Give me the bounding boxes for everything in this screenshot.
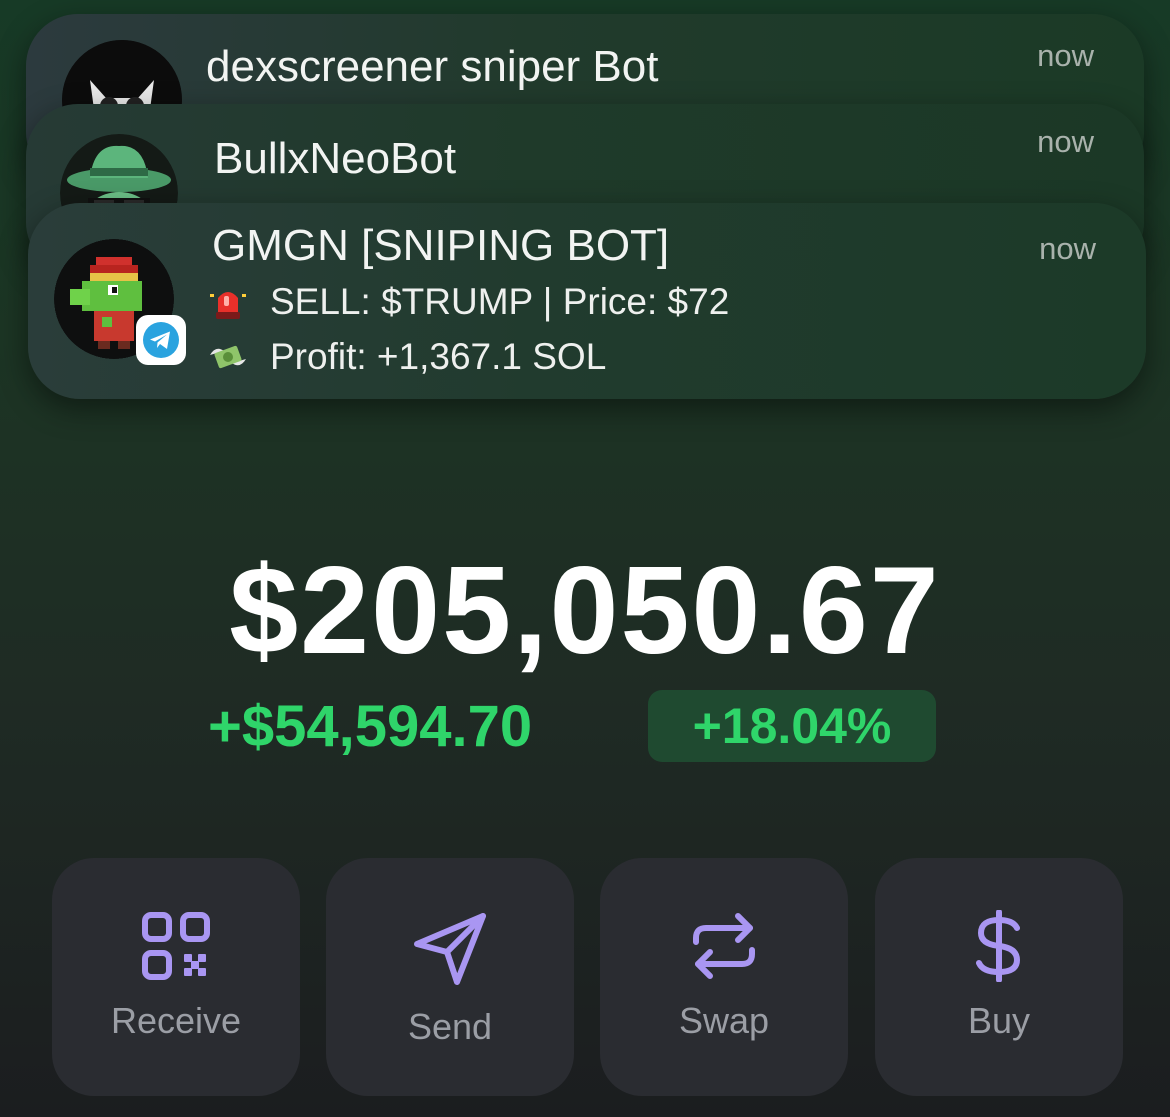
dollar-icon bbox=[976, 910, 1020, 982]
notification-time: now bbox=[1039, 231, 1096, 266]
notification-profit-text: Profit: +1,367.1 SOL bbox=[270, 336, 607, 377]
balance-change-percent: +18.04% bbox=[692, 698, 892, 754]
send-label: Send bbox=[407, 1006, 493, 1047]
receive-button[interactable]: Receive bbox=[52, 858, 300, 1096]
notification-title: BullxNeoBot bbox=[214, 134, 457, 183]
notification-time: now bbox=[1037, 124, 1094, 159]
notification-line-sell: SELL: $TRUMP | Price: $72 bbox=[208, 281, 729, 323]
send-icon bbox=[414, 913, 486, 985]
balance-change: +$54,594.70 bbox=[208, 694, 533, 759]
buy-button[interactable]: Buy bbox=[875, 858, 1123, 1096]
notification-sell-text: SELL: $TRUMP | Price: $72 bbox=[270, 281, 730, 322]
notification-line-profit: Profit: +1,367.1 SOL bbox=[208, 336, 606, 378]
balance-change-percent-badge: +18.04% bbox=[648, 690, 936, 762]
receive-label: Receive bbox=[110, 1000, 242, 1041]
buy-label: Buy bbox=[967, 1000, 1031, 1041]
notification-gmgn[interactable]: GMGN [SNIPING BOT] now SELL: $TRUMP | Pr… bbox=[28, 203, 1146, 399]
notification-title: GMGN [SNIPING BOT] bbox=[212, 221, 670, 270]
qr-code-icon bbox=[142, 912, 210, 980]
swap-label: Swap bbox=[678, 1000, 770, 1041]
wallet-balance: $205,050.67 bbox=[229, 542, 941, 680]
notification-title: dexscreener sniper Bot bbox=[206, 42, 659, 91]
siren-icon bbox=[208, 282, 248, 322]
swap-button[interactable]: Swap bbox=[600, 858, 848, 1096]
swap-icon bbox=[693, 913, 755, 979]
money-wings-icon bbox=[208, 337, 248, 377]
notification-time: now bbox=[1037, 38, 1094, 73]
send-button[interactable]: Send bbox=[326, 858, 574, 1096]
telegram-icon bbox=[136, 315, 186, 365]
